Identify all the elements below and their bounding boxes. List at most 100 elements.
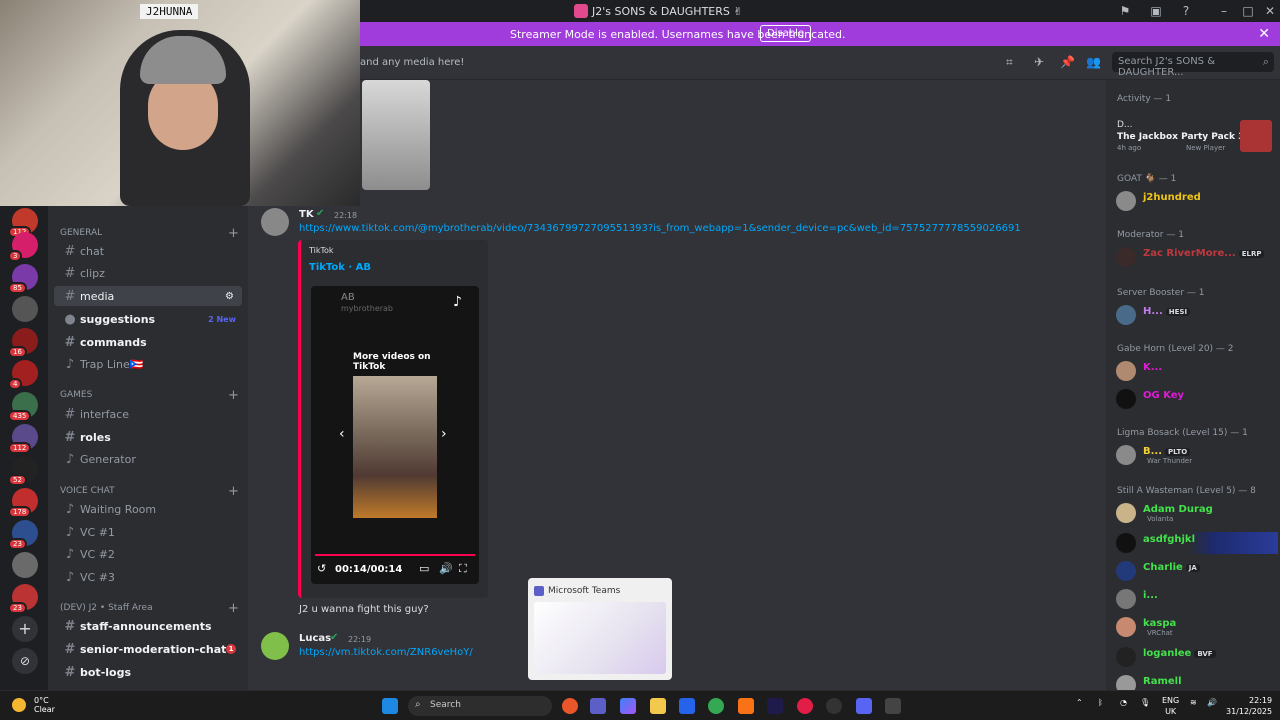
taskbar-search[interactable]: ⌕ Search — [408, 696, 552, 716]
discord-icon[interactable] — [856, 698, 872, 714]
add-channel-icon[interactable]: + — [228, 601, 239, 616]
member-row[interactable]: i... — [1116, 588, 1276, 610]
category-staff[interactable]: (DEV) J2 • Staff Area + — [60, 601, 239, 616]
next-arrow-icon[interactable]: › — [441, 426, 447, 442]
server-icon[interactable]: 178 — [8, 488, 38, 518]
channel-senior-moderation[interactable]: # senior-moderation-chat 1 — [54, 639, 242, 659]
message-link[interactable]: https://vm.tiktok.com/ZNR6veHoY/ — [299, 647, 473, 658]
opera-icon[interactable] — [797, 698, 813, 714]
store-icon[interactable] — [679, 698, 695, 714]
mute-icon[interactable]: ✈ — [1034, 55, 1044, 69]
member-row[interactable]: j2hundred — [1116, 190, 1276, 212]
voice-waiting-room[interactable]: ♪ Waiting Room — [54, 499, 242, 519]
message-author[interactable]: Lucas — [299, 633, 331, 644]
discover-icon[interactable]: ⊘ — [12, 648, 38, 674]
wifi-icon[interactable]: ≋ — [1190, 698, 1197, 707]
member-row[interactable]: Adam Durag Volanta — [1116, 502, 1276, 524]
clock[interactable]: 22:19 31/12/2025 — [1226, 695, 1272, 717]
embed-video[interactable]: AB mybrotherab ♪ More videos on TikTok ‹… — [311, 286, 479, 584]
copilot-icon[interactable] — [620, 698, 636, 714]
channel-interface[interactable]: # interface — [54, 404, 242, 424]
help-icon[interactable]: ? — [1178, 3, 1194, 19]
server-icon[interactable] — [12, 296, 38, 322]
captions-icon[interactable]: ▭ — [419, 562, 429, 575]
maximize-icon[interactable]: □ — [1240, 3, 1256, 19]
category-games[interactable]: GAMES + — [60, 388, 239, 403]
server-icon[interactable]: 52 — [8, 456, 38, 486]
category-general[interactable]: GENERAL + — [60, 226, 239, 241]
inbox-icon[interactable]: ⚑ — [1117, 3, 1133, 19]
server-icon[interactable] — [12, 552, 38, 578]
member-row[interactable]: OG Key — [1116, 388, 1276, 410]
language-indicator[interactable]: ENG UK — [1162, 695, 1179, 717]
teams-thumbnail[interactable] — [534, 602, 666, 674]
channel-roles[interactable]: # roles — [54, 427, 242, 447]
close-icon[interactable]: ✕ — [1258, 26, 1270, 42]
network-icon[interactable]: ◔ — [1120, 698, 1127, 707]
channel-chat[interactable]: # chat — [54, 241, 242, 261]
browser-icon[interactable] — [562, 698, 578, 714]
category-voice[interactable]: VOICE CHAT + — [60, 484, 239, 499]
server-icon[interactable]: 435 — [8, 392, 38, 422]
add-channel-icon[interactable]: + — [228, 388, 239, 403]
voice-vc2[interactable]: ♪ VC #2 — [54, 544, 242, 564]
channel-trapline[interactable]: ♪ Trap Line🇵🇷 — [54, 354, 242, 374]
server-icon[interactable]: 112 — [8, 424, 38, 454]
server-icon[interactable]: 3 — [8, 232, 38, 262]
media-attachment[interactable] — [362, 80, 430, 190]
video-progress-bar[interactable] — [315, 554, 475, 556]
member-row[interactable]: K... — [1116, 360, 1276, 382]
obs-icon[interactable] — [826, 698, 842, 714]
teams-icon[interactable] — [590, 698, 606, 714]
add-channel-icon[interactable]: + — [228, 484, 239, 499]
bluetooth-icon[interactable]: ᛒ — [1098, 698, 1103, 707]
mic-icon[interactable]: 🎙 — [1140, 698, 1150, 707]
app-icon[interactable] — [738, 698, 754, 714]
member-row[interactable]: asdfghjkl — [1116, 532, 1278, 554]
member-row[interactable]: loganlee BVF — [1116, 646, 1276, 668]
threads-icon[interactable]: ⌗ — [1006, 55, 1013, 70]
voice-vc3[interactable]: ♪ VC #3 — [54, 567, 242, 587]
message-author[interactable]: TK — [299, 209, 314, 220]
message-link[interactable]: https://www.tiktok.com/@mybrotherab/vide… — [299, 223, 1021, 234]
channel-bot-logs[interactable]: # bot-logs — [54, 662, 242, 682]
prev-arrow-icon[interactable]: ‹ — [339, 426, 345, 442]
member-row[interactable]: B... PLTO War Thunder — [1116, 444, 1276, 466]
chrome-icon[interactable] — [708, 698, 724, 714]
search-input[interactable]: Search J2's SONS & DAUGHTER... ⌕ — [1112, 52, 1274, 78]
replay-icon[interactable]: ↺ — [317, 562, 326, 575]
channel-media[interactable]: # media ⚙ — [54, 286, 242, 306]
avatar[interactable] — [261, 208, 289, 236]
embed-title[interactable]: TikTok · AB — [309, 262, 371, 273]
teams-preview-popup[interactable]: Microsoft Teams — [528, 578, 672, 680]
server-icon[interactable]: 112 — [8, 208, 38, 238]
add-server-icon[interactable]: + — [12, 616, 38, 642]
channel-staff-announcements[interactable]: # staff-announcements — [54, 616, 242, 636]
pin-icon[interactable]: 📌 — [1060, 55, 1075, 69]
fullscreen-icon[interactable]: ⛶ — [459, 562, 467, 576]
channel-suggestions[interactable]: ● suggestions 2 New — [54, 309, 242, 329]
file-explorer-icon[interactable] — [650, 698, 666, 714]
close-window-icon[interactable]: ✕ — [1262, 3, 1278, 19]
server-icon[interactable]: 23 — [8, 520, 38, 550]
server-icon[interactable]: 85 — [8, 264, 38, 294]
member-row[interactable]: H... HESI — [1116, 304, 1276, 326]
terminal-icon[interactable] — [885, 698, 901, 714]
premiere-icon[interactable] — [767, 698, 783, 714]
member-row[interactable]: Zac RiverMore... ELRP — [1116, 246, 1276, 268]
member-row[interactable]: Charlie JA — [1116, 560, 1276, 582]
add-channel-icon[interactable]: + — [228, 226, 239, 241]
channel-clipz[interactable]: # clipz — [54, 263, 242, 283]
settings-icon[interactable]: ⚙ — [225, 291, 234, 302]
volume-icon[interactable]: 🔊 — [1207, 698, 1217, 707]
member-row[interactable]: kaspa VRChat — [1116, 616, 1276, 638]
voice-vc1[interactable]: ♪ VC #1 — [54, 522, 242, 542]
volume-icon[interactable]: 🔊 — [439, 562, 453, 575]
server-icon[interactable]: 4 — [8, 360, 38, 390]
disable-button[interactable]: Disable — [760, 25, 812, 42]
channel-generator[interactable]: ♪ Generator — [54, 449, 242, 469]
server-icon[interactable]: 23 — [8, 584, 38, 614]
channel-commands[interactable]: # commands — [54, 332, 242, 352]
members-icon[interactable]: 👥 — [1086, 55, 1101, 69]
weather-widget[interactable]: 0°C Clear — [34, 696, 55, 714]
